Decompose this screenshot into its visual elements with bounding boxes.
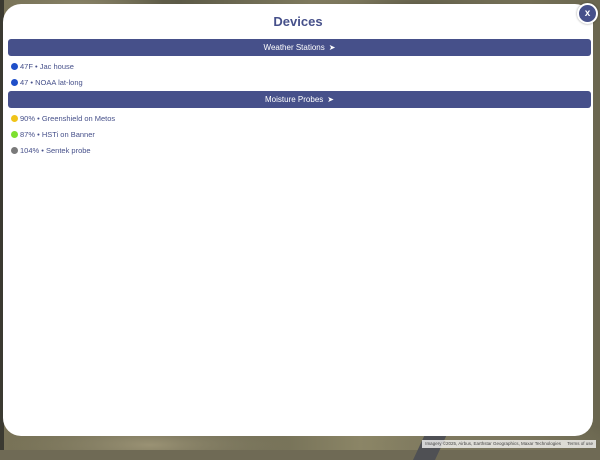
device-separator: • xyxy=(35,129,42,139)
device-name: NOAA lat-long xyxy=(35,77,83,87)
device-value: 87% xyxy=(20,129,36,139)
device-name: Sentek probe xyxy=(45,145,91,155)
section-weather-stations[interactable]: Weather Stations ➤ xyxy=(8,39,591,56)
status-dot-icon xyxy=(11,114,18,122)
status-dot-icon xyxy=(11,130,18,138)
device-item-greenshield[interactable]: 90% • Greenshield on Metos xyxy=(11,112,115,124)
device-value: 90% xyxy=(20,113,36,123)
arrow-right-icon: ➤ xyxy=(327,95,334,104)
close-button[interactable]: x xyxy=(577,3,598,24)
device-separator: • xyxy=(35,113,42,123)
status-dot-icon xyxy=(11,78,18,86)
device-name: HSTi on Banner xyxy=(41,129,95,139)
section-moisture-probes[interactable]: Moisture Probes ➤ xyxy=(8,91,591,108)
device-name: Greenshield on Metos xyxy=(41,113,116,123)
devices-modal: Devices Weather Stations ➤ 47F • Jac hou… xyxy=(3,4,593,436)
device-item-noaa[interactable]: 47 • NOAA lat-long xyxy=(11,76,83,88)
device-value: 47F xyxy=(20,61,33,71)
device-item-hsti[interactable]: 87% • HSTi on Banner xyxy=(11,128,95,140)
modal-title: Devices xyxy=(273,14,323,29)
map-terms-link[interactable]: Terms of use xyxy=(564,440,596,448)
status-dot-icon xyxy=(11,146,18,154)
device-item-jac-house[interactable]: 47F • Jac house xyxy=(11,60,74,72)
device-name: Jac house xyxy=(39,61,74,71)
device-separator: • xyxy=(28,77,36,87)
status-dot-icon xyxy=(11,62,18,70)
device-value: 47 xyxy=(20,77,29,87)
device-separator: • xyxy=(39,145,46,155)
device-item-sentek[interactable]: 104% • Sentek probe xyxy=(11,144,91,156)
section-label: Weather Stations xyxy=(263,43,325,52)
map-attribution: Imagery ©2025, Airbus, Earthstar Geograp… xyxy=(422,440,564,448)
arrow-right-icon: ➤ xyxy=(328,43,336,52)
section-label: Moisture Probes xyxy=(265,95,324,104)
device-separator: • xyxy=(32,61,40,71)
device-value: 104% xyxy=(20,145,40,155)
